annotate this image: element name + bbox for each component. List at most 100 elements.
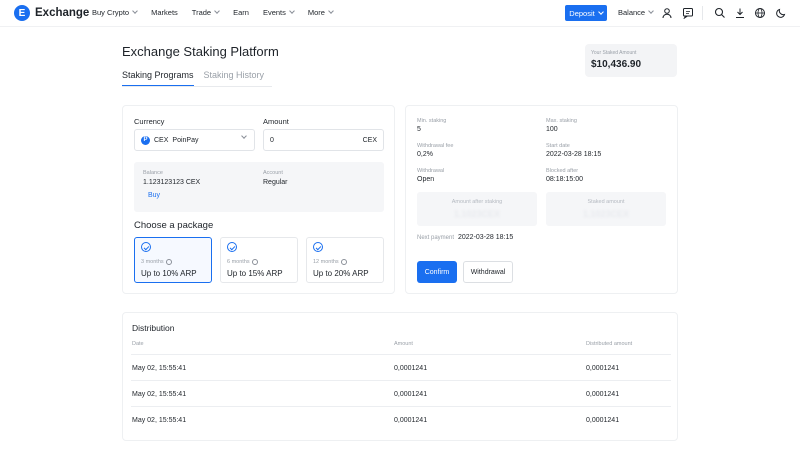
max-staking-label: Max. staking <box>546 118 577 124</box>
chat-icon[interactable] <box>682 7 694 19</box>
package-12-months[interactable]: 12 months Up to 20% ARP <box>306 237 384 283</box>
package-title: Choose a package <box>134 220 214 231</box>
currency-symbol: CEX <box>154 136 169 144</box>
table-cell-date: May 02, 15:55:41 <box>132 417 187 424</box>
staked-amount-label: Your Staked Amount <box>591 50 637 56</box>
withdrawal-fee-value: 0,2% <box>417 151 433 158</box>
main-nav: Buy Crypto Markets Trade Earn Events Mor… <box>92 8 347 17</box>
next-payment-value: 2022-03-28 18:15 <box>458 234 514 241</box>
nav-label: Events <box>262 8 286 17</box>
column-header-amount: Amount <box>394 341 413 347</box>
deposit-button[interactable]: Deposit <box>565 5 607 21</box>
nav-markets[interactable]: Markets <box>151 8 178 17</box>
globe-icon[interactable] <box>754 7 766 19</box>
package-3-months[interactable]: 3 months Up to 10% ARP <box>134 237 212 283</box>
balance-menu[interactable]: Balance <box>618 8 654 17</box>
withdrawal-button[interactable]: Withdrawal <box>463 261 513 283</box>
search-icon[interactable] <box>714 7 726 19</box>
nav-label: More <box>307 8 325 17</box>
balance-value: 1.123123123 CEX <box>143 179 201 186</box>
balance-label: Balance <box>143 170 163 176</box>
staked-amount-box-value: 1.1023CEX <box>582 209 630 219</box>
nav-trade[interactable]: Trade <box>191 8 220 17</box>
staked-amount-card: Your Staked Amount $10,436.90 <box>585 44 677 77</box>
table-cell-date: May 02, 15:55:41 <box>132 391 187 398</box>
balance-info-box: Balance 1.123123123 CEX Buy Account Regu… <box>134 162 384 212</box>
row-divider <box>131 354 671 355</box>
row-divider <box>131 380 671 381</box>
tabs-divider <box>122 86 272 87</box>
buy-link[interactable]: Buy <box>148 192 160 199</box>
confirm-button[interactable]: Confirm <box>417 261 457 283</box>
table-cell-amount: 0,0001241 <box>394 417 428 424</box>
check-circle-icon <box>313 242 323 252</box>
balance-menu-label: Balance <box>618 8 646 17</box>
start-date-value: 2022-03-28 18:15 <box>546 151 602 158</box>
nav-label: Earn <box>233 8 249 17</box>
nav-earn[interactable]: Earn <box>233 8 249 17</box>
package-months: 3 months <box>141 259 172 265</box>
column-header-distributed: Distributed amount <box>586 341 633 347</box>
amount-value: 0 <box>270 136 274 144</box>
top-nav-bar: E Exchange Buy Crypto Markets Trade Earn… <box>0 0 800 27</box>
blocked-after-value: 08:18:15:00 <box>546 176 583 183</box>
table-cell-distributed: 0,0001241 <box>586 391 620 398</box>
chevron-down-icon <box>597 8 604 15</box>
table-cell-distributed: 0,0001241 <box>586 365 620 372</box>
info-icon[interactable] <box>340 259 347 265</box>
logo-icon: E <box>14 5 30 21</box>
amount-after-staking-value: 1.1023CEX <box>453 209 501 219</box>
chevron-down-icon <box>214 8 220 14</box>
chevron-down-icon <box>241 133 247 139</box>
nav-buy-crypto[interactable]: Buy Crypto <box>92 8 138 17</box>
distribution-title: Distribution <box>132 323 175 333</box>
chevron-down-icon <box>648 8 654 14</box>
info-icon[interactable] <box>251 259 258 265</box>
min-staking-value: 5 <box>417 126 421 133</box>
currency-select[interactable]: P CEX PoinPay <box>134 129 255 151</box>
tab-staking-programs[interactable]: Staking Programs <box>122 70 194 86</box>
check-circle-icon <box>141 242 151 252</box>
account-label: Account <box>263 170 283 176</box>
max-staking-value: 100 <box>546 126 558 133</box>
amount-unit: CEX <box>362 136 377 144</box>
page-title: Exchange Staking Platform <box>122 44 279 59</box>
tabs: Staking Programs Staking History <box>122 70 274 86</box>
amount-input[interactable]: 0 CEX <box>263 129 384 151</box>
package-months: 6 months <box>227 259 258 265</box>
table-cell-amount: 0,0001241 <box>394 391 428 398</box>
withdrawal-label: Withdrawal <box>417 168 445 174</box>
chevron-down-icon <box>132 8 138 14</box>
poinpay-coin-icon: P <box>141 135 150 145</box>
info-icon[interactable] <box>165 259 172 265</box>
nav-more[interactable]: More <box>307 8 334 17</box>
nav-label: Trade <box>191 8 212 17</box>
nav-label: Markets <box>151 8 178 17</box>
package-months-label: 3 months <box>141 259 164 265</box>
table-cell-date: May 02, 15:55:41 <box>132 365 187 372</box>
stake-form-card: Currency Amount P CEX PoinPay 0 CEX Bala… <box>122 105 395 294</box>
chevron-down-icon <box>328 8 334 14</box>
deposit-label: Deposit <box>569 8 595 18</box>
package-months-label: 12 months <box>313 259 339 265</box>
amount-label: Amount <box>263 117 289 126</box>
staked-amount-box-label: Staked amount <box>587 199 625 205</box>
account-value: Regular <box>263 179 288 186</box>
download-icon[interactable] <box>734 7 746 19</box>
package-rate: Up to 15% ARP <box>227 269 283 278</box>
min-staking-label: Min. staking <box>417 118 447 124</box>
package-months: 12 months <box>313 259 347 265</box>
tab-staking-history[interactable]: Staking History <box>204 70 265 86</box>
chevron-down-icon <box>289 8 295 14</box>
check-circle-icon <box>227 242 237 252</box>
user-icon[interactable] <box>661 7 673 19</box>
amount-after-staking-box: Amount after staking 1.1023CEX <box>417 192 537 226</box>
start-date-label: Start date <box>546 143 570 149</box>
package-rate: Up to 10% ARP <box>141 269 197 278</box>
moon-icon[interactable] <box>775 7 787 19</box>
nav-events[interactable]: Events <box>262 8 295 17</box>
table-cell-amount: 0,0001241 <box>394 365 428 372</box>
logo[interactable]: E Exchange <box>14 5 89 21</box>
package-6-months[interactable]: 6 months Up to 15% ARP <box>220 237 298 283</box>
next-payment-label: Next payment <box>417 235 455 241</box>
